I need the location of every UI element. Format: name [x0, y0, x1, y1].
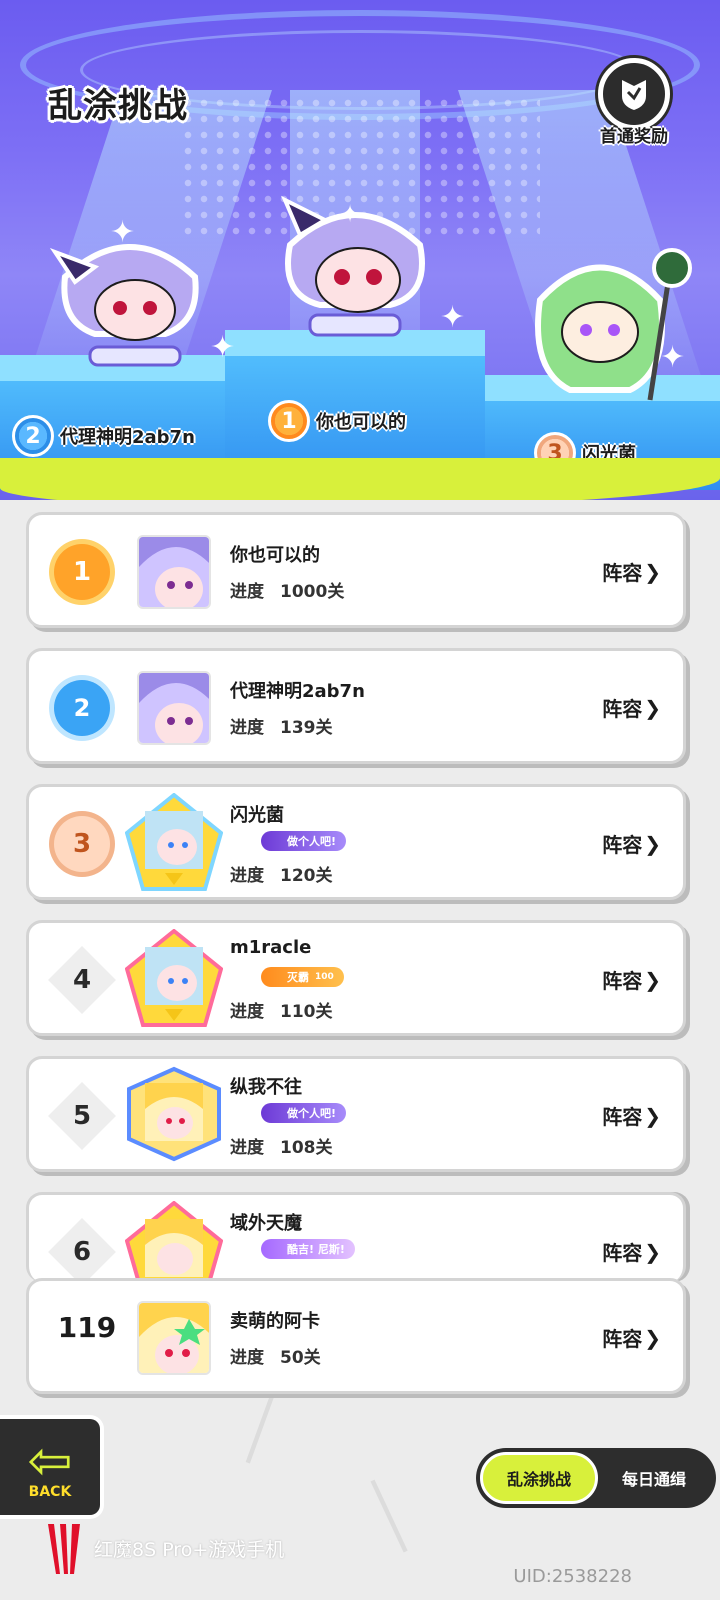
- podium-second-name: 2 代理神明2ab7n: [12, 415, 195, 457]
- avatar[interactable]: [137, 671, 211, 745]
- chevron-right-icon: ❯: [644, 967, 661, 992]
- chevron-right-icon: ❯: [644, 1239, 661, 1264]
- lineup-button[interactable]: 阵容 ❯: [602, 557, 661, 586]
- sparkle-icon: ✦: [340, 200, 361, 228]
- rank-badge: 1: [47, 537, 117, 607]
- sparkle-icon: ✦: [210, 330, 236, 365]
- title-badge: 做个人吧!: [261, 1103, 347, 1123]
- avatar[interactable]: [124, 928, 224, 1027]
- leaderboard-row[interactable]: 6 域外天魔 酷吉! 尼斯! 阵容 ❯: [26, 1192, 686, 1282]
- watermark-text: 红魔8S Pro+游戏手机: [94, 1538, 285, 1561]
- mode-tab-bar[interactable]: 乱涂挑战 每日通缉: [476, 1448, 716, 1508]
- device-watermark: 红魔8S Pro+游戏手机: [44, 1520, 284, 1576]
- avatar[interactable]: [137, 1301, 211, 1375]
- leaderboard-row[interactable]: 2 代理神明2ab7n 进度 139关 阵容 ❯: [26, 648, 686, 764]
- avatar[interactable]: [125, 1065, 223, 1163]
- player-name: 你也可以的: [230, 545, 320, 566]
- sparkle-icon: ✦: [660, 340, 686, 375]
- back-button[interactable]: ⇦ BACK: [0, 1415, 104, 1519]
- rank-diamond-icon: 5: [48, 1082, 116, 1150]
- player-name: m1racle: [230, 937, 312, 958]
- rank-diamond-icon: 6: [48, 1218, 116, 1282]
- player-name: 域外天魔: [230, 1213, 302, 1234]
- bronze-medal-icon: 3: [54, 816, 110, 872]
- progress-text: 进度 50关: [230, 1348, 321, 1368]
- leaderboard-row[interactable]: 4 m1racle 灭霸 100 进度 110关 阵容 ❯: [26, 920, 686, 1036]
- first-clear-reward-button[interactable]: 首通奖励: [586, 58, 682, 154]
- rank-badge: 6: [47, 1217, 117, 1282]
- my-rank-number: 119: [57, 1311, 117, 1344]
- gold-medal-icon: 1: [268, 400, 310, 442]
- user-id: UID:2538228: [513, 1566, 632, 1587]
- lineup-button[interactable]: 阵容 ❯: [602, 829, 661, 858]
- chevron-right-icon: ❯: [644, 695, 661, 720]
- chevron-right-icon: ❯: [644, 1103, 661, 1128]
- first-clear-label: 首通奖励: [600, 127, 668, 147]
- chevron-right-icon: ❯: [644, 831, 661, 856]
- player-name: 闪光菌: [230, 805, 284, 826]
- rank-badge: 4: [47, 945, 117, 1015]
- rank-badge: 5: [47, 1081, 117, 1151]
- my-rank-row[interactable]: 119 卖萌的阿卡 进度 50关 阵容 ❯: [26, 1278, 686, 1394]
- podium-stage: ✦ ✦ ✦ ✦ ✦ 乱涂挑战 首通奖励 1 你也可以的 2 代理神明2ab7n …: [0, 0, 720, 500]
- podium-player-name: 代理神明2ab7n: [60, 427, 195, 448]
- lineup-button[interactable]: 阵容 ❯: [602, 1101, 661, 1130]
- slime-divider: [0, 458, 720, 500]
- title-badge: 灭霸 100: [261, 967, 344, 987]
- lineup-button[interactable]: 阵容 ❯: [602, 965, 661, 994]
- background-doodle: ＼: [347, 1475, 429, 1562]
- rank-badge: 2: [47, 673, 117, 743]
- gold-medal-icon: 1: [54, 544, 110, 600]
- player-name: 纵我不往: [230, 1077, 302, 1098]
- page-title: 乱涂挑战: [48, 86, 188, 126]
- podium-third-character[interactable]: [520, 240, 700, 410]
- rank-badge: 3: [47, 809, 117, 879]
- reward-shield-icon: [598, 58, 670, 130]
- progress-text: 进度 139关: [230, 718, 333, 738]
- podium-player-name: 你也可以的: [316, 412, 406, 433]
- avatar[interactable]: [124, 1200, 224, 1282]
- player-name: 代理神明2ab7n: [230, 681, 365, 702]
- tab-doodle-challenge[interactable]: 乱涂挑战: [480, 1452, 598, 1504]
- lineup-button[interactable]: 阵容 ❯: [602, 1237, 661, 1266]
- lineup-button[interactable]: 阵容 ❯: [602, 1323, 661, 1352]
- player-name: 卖萌的阿卡: [230, 1311, 320, 1332]
- sparkle-icon: ✦: [110, 215, 136, 250]
- podium-first-name: 1 你也可以的: [268, 400, 406, 442]
- sparkle-icon: ✦: [440, 300, 466, 335]
- avatar[interactable]: [124, 792, 224, 891]
- progress-text: 进度 1000关: [230, 582, 345, 602]
- silver-medal-icon: 2: [12, 415, 54, 457]
- leaderboard-row[interactable]: 1 你也可以的 进度 1000关 阵容 ❯: [26, 512, 686, 628]
- title-badge: 做个人吧!: [261, 831, 347, 851]
- leaderboard-row[interactable]: 5 纵我不往 做个人吧! 进度 108关 阵容 ❯: [26, 1056, 686, 1172]
- avatar[interactable]: [137, 535, 211, 609]
- progress-text: 进度 108关: [230, 1138, 333, 1158]
- silver-medal-icon: 2: [54, 680, 110, 736]
- lineup-button[interactable]: 阵容 ❯: [602, 693, 661, 722]
- arrow-left-icon: ⇦: [27, 1429, 73, 1492]
- back-label: BACK: [28, 1484, 72, 1500]
- chevron-right-icon: ❯: [644, 1325, 661, 1350]
- leaderboard-list[interactable]: 1 你也可以的 进度 1000关 阵容 ❯ 2 代理神明2ab7n 进度 139关 阵…: [26, 512, 694, 1302]
- leaderboard-row[interactable]: 3 闪光菌 做个人吧! 进度 120关 阵容 ❯: [26, 784, 686, 900]
- title-badge: 酷吉! 尼斯!: [261, 1239, 355, 1259]
- chevron-right-icon: ❯: [644, 559, 661, 584]
- progress-text: 进度 120关: [230, 866, 333, 886]
- tab-daily-wanted[interactable]: 每日通缉: [598, 1452, 710, 1504]
- rank-diamond-icon: 4: [48, 946, 116, 1014]
- red-magic-logo-icon: [48, 1524, 80, 1574]
- progress-text: 进度 110关: [230, 1002, 333, 1022]
